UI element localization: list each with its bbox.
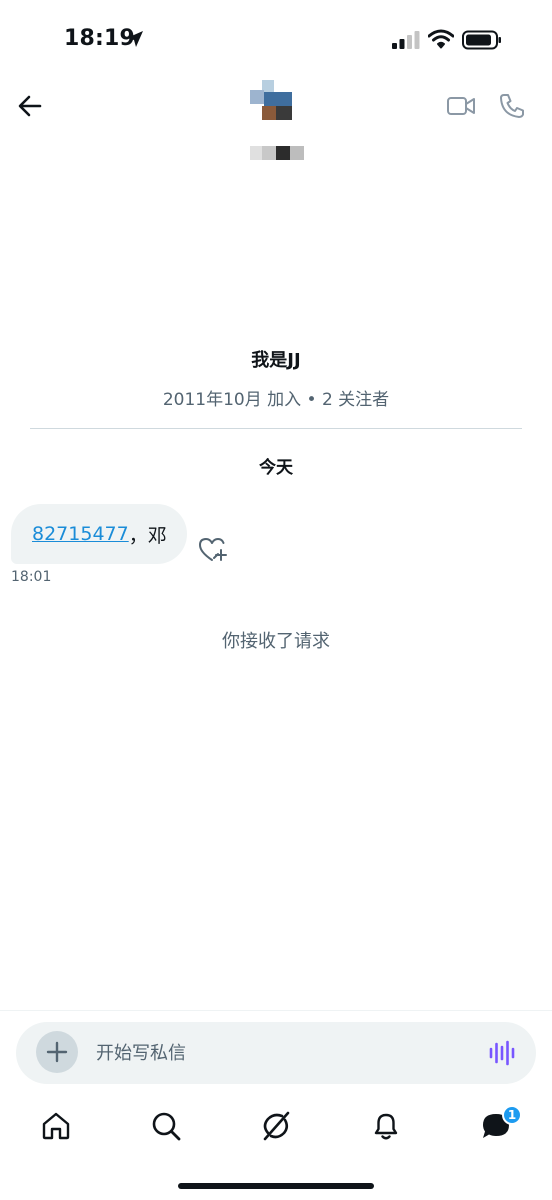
location-arrow-icon [127,31,143,47]
cellular-signal-icon [392,31,420,49]
back-arrow-icon[interactable] [16,92,44,120]
voice-waveform-icon[interactable] [488,1040,516,1066]
avatar[interactable] [250,80,292,122]
search-icon[interactable] [150,1110,182,1142]
date-separator: 今天 [259,458,293,478]
phone-icon[interactable] [498,92,526,120]
system-message: 你接收了请求 [222,631,330,652]
message-time: 18:01 [11,569,52,585]
message-bubble[interactable]: 82715477 ，邓 [11,504,187,564]
message-text: ，邓 [128,524,167,547]
home-icon[interactable] [40,1110,72,1142]
bell-icon[interactable] [370,1110,402,1142]
header-username-blurred [250,146,304,160]
plus-icon [46,1041,68,1063]
battery-icon [462,30,501,50]
home-indicator[interactable] [178,1183,374,1189]
divider [30,428,522,429]
status-time: 18:19 [64,26,136,51]
add-media-button[interactable] [36,1031,78,1073]
composer-divider [0,1010,552,1011]
video-camera-icon[interactable] [446,94,476,118]
composer [16,1022,536,1084]
messages-badge: 1 [502,1105,522,1125]
message-input[interactable] [96,1022,476,1084]
message-link[interactable]: 82715477 [32,523,129,545]
profile-meta: 2011年10月 加入 • 2 关注者 [162,390,390,410]
wifi-icon [428,29,454,49]
grok-icon[interactable] [260,1110,292,1142]
profile-name: 我是JJ [251,350,301,371]
heart-plus-icon[interactable] [198,536,228,564]
